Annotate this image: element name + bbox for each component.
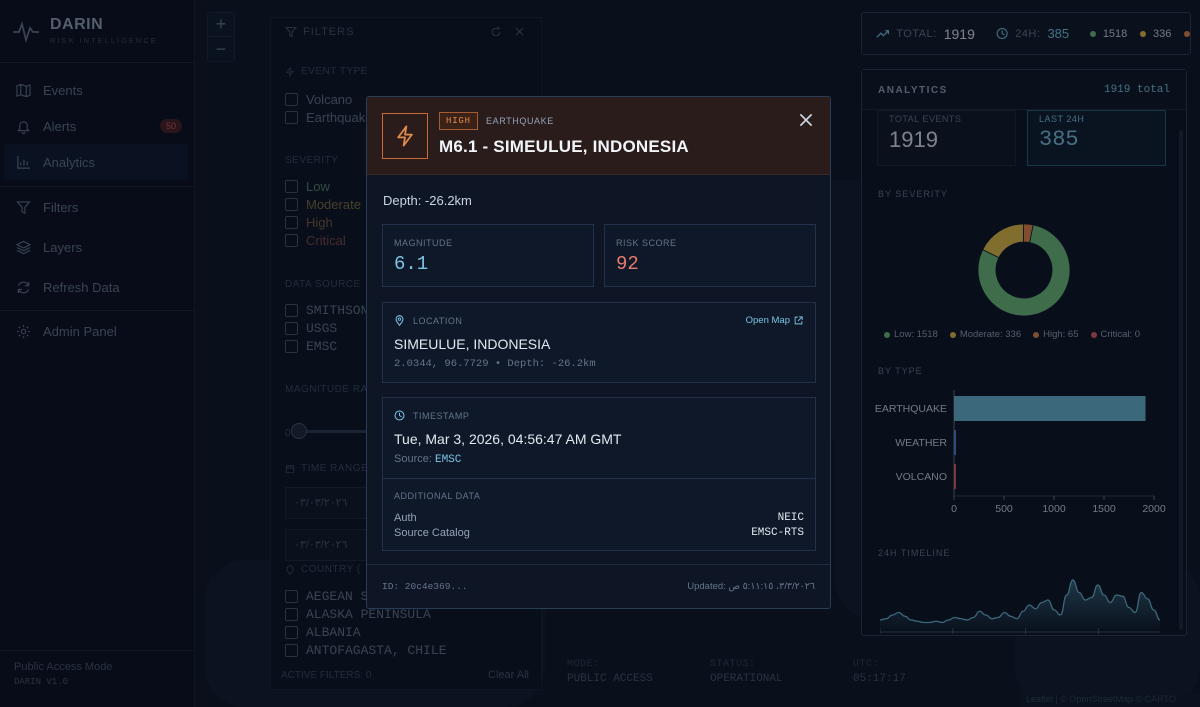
risk-score-card: RISK SCORE 92 <box>604 224 816 287</box>
extra-value: EMSC-RTS <box>751 527 804 539</box>
lightning-icon <box>397 125 413 147</box>
event-type-icon-box <box>382 113 428 159</box>
event-detail-modal: HIGH EARTHQUAKE M6.1 - SIMEULUE, INDONES… <box>366 96 831 609</box>
source-prefix: Source: <box>394 453 432 465</box>
card-label: RISK SCORE <box>616 238 677 248</box>
modal-footer: ID: 20c4e369... Updated: ٣/٣/٢٠٢٦، ٥:١١:… <box>367 564 830 608</box>
card-label: LOCATION <box>394 315 462 326</box>
card-label: TIMESTAMP <box>394 410 469 421</box>
additional-data-label: ADDITIONAL DATA <box>394 491 481 501</box>
extra-value: NEIC <box>777 512 804 524</box>
source-line: Source: EMSC <box>394 453 461 466</box>
divider <box>383 478 815 479</box>
extra-key: Source Catalog <box>394 527 470 539</box>
magnitude-card: MAGNITUDE 6.1 <box>382 224 594 287</box>
clock-icon <box>394 410 405 421</box>
severity-badge: HIGH <box>439 112 478 130</box>
pin-icon <box>395 315 404 326</box>
extra-row: Source Catalog EMSC-RTS <box>394 527 804 539</box>
extra-key: Auth <box>394 512 417 524</box>
depth-text: Depth: -26.2km <box>383 193 472 208</box>
card-label: MAGNITUDE <box>394 238 453 248</box>
timestamp-card: TIMESTAMP Tue, Mar 3, 2026, 04:56:47 AM … <box>382 397 816 551</box>
event-title: M6.1 - SIMEULUE, INDONESIA <box>439 137 689 156</box>
open-map-link[interactable]: Open Map <box>746 315 803 326</box>
location-card: LOCATION Open Map SIMEULUE, INDONESIA 2.… <box>382 302 816 383</box>
event-type-label: EARTHQUAKE <box>486 116 554 126</box>
magnitude-value: 6.1 <box>394 253 429 275</box>
card-label-text: TIMESTAMP <box>413 410 470 421</box>
card-label-text: LOCATION <box>413 315 463 326</box>
event-id: ID: 20c4e369... <box>382 581 468 592</box>
open-map-text: Open Map <box>745 315 790 326</box>
external-link-icon <box>794 316 803 325</box>
risk-score-value: 92 <box>616 253 639 275</box>
updated-timestamp: Updated: ٣/٣/٢٠٢٦، ٥:١١:١٥ ص <box>687 581 815 592</box>
modal-header: HIGH EARTHQUAKE M6.1 - SIMEULUE, INDONES… <box>367 97 830 175</box>
extra-row: Auth NEIC <box>394 512 804 524</box>
timestamp-value: Tue, Mar 3, 2026, 04:56:47 AM GMT <box>394 431 622 447</box>
source-value: EMSC <box>434 454 462 466</box>
coordinates-text: 2.0344, 96.7729 • Depth: -26.2km <box>394 358 596 370</box>
location-name: SIMEULUE, INDONESIA <box>394 336 551 352</box>
close-icon[interactable] <box>797 111 815 129</box>
